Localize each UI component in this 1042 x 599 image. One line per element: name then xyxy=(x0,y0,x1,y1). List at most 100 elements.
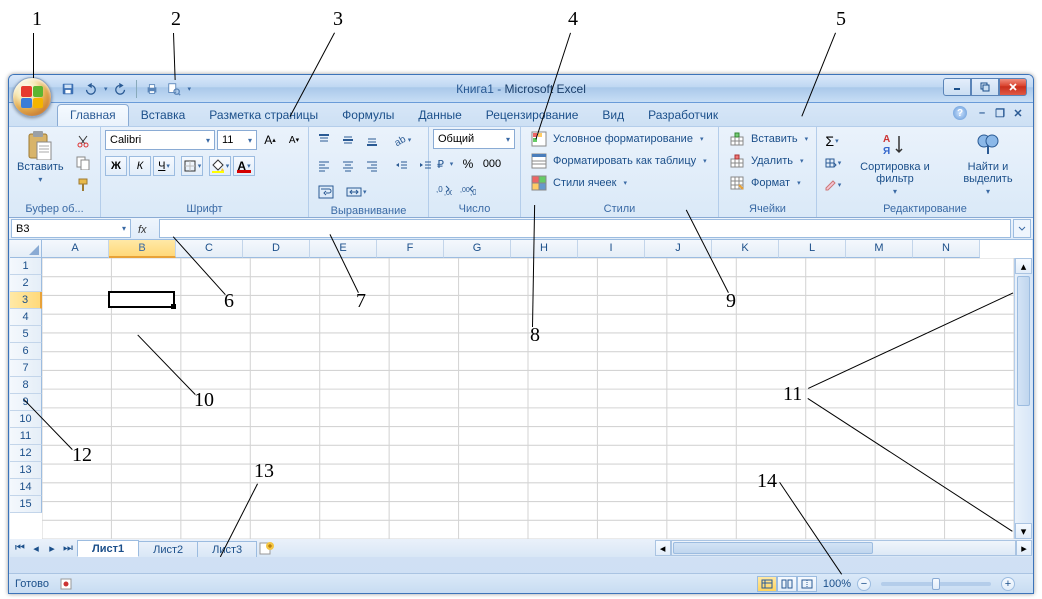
column-header[interactable]: F xyxy=(377,240,444,258)
shrink-font-icon[interactable]: A▾ xyxy=(283,130,305,150)
percent-icon[interactable]: % xyxy=(457,154,479,174)
row-header[interactable]: 11 xyxy=(10,428,42,445)
scroll-right-icon[interactable]: ▸ xyxy=(1016,540,1032,556)
format-painter-icon[interactable] xyxy=(72,175,94,195)
workbook-restore[interactable]: ❐ xyxy=(993,107,1007,119)
tab-data[interactable]: Данные xyxy=(406,105,473,126)
active-cell[interactable] xyxy=(108,291,175,308)
tab-review[interactable]: Рецензирование xyxy=(474,105,591,126)
font-size-combo[interactable]: 11▾ xyxy=(217,130,257,150)
delete-cells-button[interactable]: Удалить▾ xyxy=(723,151,814,171)
autosum-icon[interactable]: Σ▾ xyxy=(821,131,843,151)
row-header[interactable]: 15 xyxy=(10,496,42,513)
underline-button[interactable]: Ч▾ xyxy=(153,156,175,176)
column-header[interactable]: L xyxy=(779,240,846,258)
fx-icon[interactable]: fx xyxy=(137,221,153,237)
maximize-button[interactable] xyxy=(971,78,999,96)
tab-insert[interactable]: Вставка xyxy=(129,105,198,126)
tab-formulas[interactable]: Формулы xyxy=(330,105,406,126)
italic-button[interactable]: К xyxy=(129,156,151,176)
format-cells-button[interactable]: Формат▾ xyxy=(723,173,814,193)
wrap-text-icon[interactable] xyxy=(313,182,339,202)
tab-developer[interactable]: Разработчик xyxy=(636,105,730,126)
column-header[interactable]: G xyxy=(444,240,511,258)
align-center-icon[interactable] xyxy=(337,156,359,176)
row-headers[interactable]: 123456789101112131415 xyxy=(10,258,42,539)
column-header[interactable]: I xyxy=(578,240,645,258)
cells-area[interactable] xyxy=(42,258,1014,539)
conditional-formatting-button[interactable]: Условное форматирование▾ xyxy=(525,129,714,149)
row-header[interactable]: 5 xyxy=(10,326,42,343)
close-button[interactable] xyxy=(999,78,1027,96)
zoom-slider[interactable] xyxy=(881,582,991,586)
row-header[interactable]: 8 xyxy=(10,377,42,394)
fill-color-button[interactable]: ▾ xyxy=(209,156,231,176)
column-header[interactable]: B xyxy=(109,240,176,258)
format-as-table-button[interactable]: Форматировать как таблицу▾ xyxy=(525,151,714,171)
align-top-icon[interactable] xyxy=(313,130,335,150)
zoom-out-button[interactable]: − xyxy=(857,577,871,591)
normal-view-icon[interactable] xyxy=(757,576,777,592)
row-header[interactable]: 7 xyxy=(10,360,42,377)
sheet-tab-nav[interactable]: ⏮ ◂ ▸ ⏭ xyxy=(10,539,78,557)
formula-bar[interactable] xyxy=(159,219,1011,238)
column-header[interactable]: N xyxy=(913,240,980,258)
row-header[interactable]: 6 xyxy=(10,343,42,360)
sheet-tab[interactable]: Лист1 xyxy=(77,540,139,557)
decrease-decimal-icon[interactable]: ,00,0 xyxy=(457,180,479,200)
align-middle-icon[interactable] xyxy=(337,130,359,150)
scroll-down-icon[interactable]: ▾ xyxy=(1015,523,1032,539)
select-all-button[interactable] xyxy=(10,240,42,258)
formula-bar-expand[interactable] xyxy=(1013,219,1031,238)
column-header[interactable]: D xyxy=(243,240,310,258)
workbook-minimize[interactable]: – xyxy=(975,107,989,119)
number-format-combo[interactable]: Общий▾ xyxy=(433,129,515,149)
comma-icon[interactable]: 000 xyxy=(481,154,503,174)
align-bottom-icon[interactable] xyxy=(361,130,383,150)
row-header[interactable]: 13 xyxy=(10,462,42,479)
increase-decimal-icon[interactable]: ,0,00 xyxy=(433,180,455,200)
new-sheet-icon[interactable] xyxy=(257,539,277,557)
office-button[interactable] xyxy=(12,77,52,117)
row-header[interactable]: 2 xyxy=(10,275,42,292)
font-family-combo[interactable]: Calibri▾ xyxy=(105,130,215,150)
workbook-close[interactable]: ✕ xyxy=(1011,107,1025,119)
last-sheet-icon[interactable]: ⏭ xyxy=(60,540,76,556)
column-header[interactable]: K xyxy=(712,240,779,258)
currency-icon[interactable]: ₽▾ xyxy=(433,154,455,174)
column-header[interactable]: A xyxy=(42,240,109,258)
zoom-level[interactable]: 100% xyxy=(823,578,851,590)
prev-sheet-icon[interactable]: ◂ xyxy=(28,540,44,556)
zoom-in-button[interactable]: + xyxy=(1001,577,1015,591)
row-header[interactable]: 14 xyxy=(10,479,42,496)
cut-icon[interactable] xyxy=(72,131,94,151)
tab-home[interactable]: Главная xyxy=(57,104,129,126)
row-header[interactable]: 3 xyxy=(10,292,42,309)
macro-record-icon[interactable] xyxy=(59,577,73,591)
scroll-up-icon[interactable]: ▴ xyxy=(1015,258,1032,274)
find-select-button[interactable]: Найти и выделить ▾ xyxy=(947,129,1029,198)
grow-font-icon[interactable]: A▴ xyxy=(259,130,281,150)
row-header[interactable]: 4 xyxy=(10,309,42,326)
sort-filter-button[interactable]: АЯ Сортировка и фильтр ▾ xyxy=(847,129,943,198)
borders-button[interactable]: ▾ xyxy=(181,156,203,176)
scroll-left-icon[interactable]: ◂ xyxy=(655,540,671,556)
copy-icon[interactable] xyxy=(72,153,94,173)
name-box[interactable]: B3▾ xyxy=(11,219,131,238)
scroll-thumb-h[interactable] xyxy=(673,542,873,554)
column-header[interactable]: E xyxy=(310,240,377,258)
row-header[interactable]: 1 xyxy=(10,258,42,275)
sheet-tab[interactable]: Лист2 xyxy=(138,541,198,557)
fill-icon[interactable]: ▾ xyxy=(821,153,843,173)
page-layout-view-icon[interactable] xyxy=(777,576,797,592)
row-header[interactable]: 12 xyxy=(10,445,42,462)
align-left-icon[interactable] xyxy=(313,156,335,176)
next-sheet-icon[interactable]: ▸ xyxy=(44,540,60,556)
column-headers[interactable]: ABCDEFGHIJKLMN xyxy=(42,240,1014,258)
tab-page-layout[interactable]: Разметка страницы xyxy=(197,105,330,126)
tab-view[interactable]: Вид xyxy=(590,105,636,126)
minimize-button[interactable] xyxy=(943,78,971,96)
help-icon[interactable]: ? xyxy=(953,106,967,120)
align-right-icon[interactable] xyxy=(361,156,383,176)
bold-button[interactable]: Ж xyxy=(105,156,127,176)
